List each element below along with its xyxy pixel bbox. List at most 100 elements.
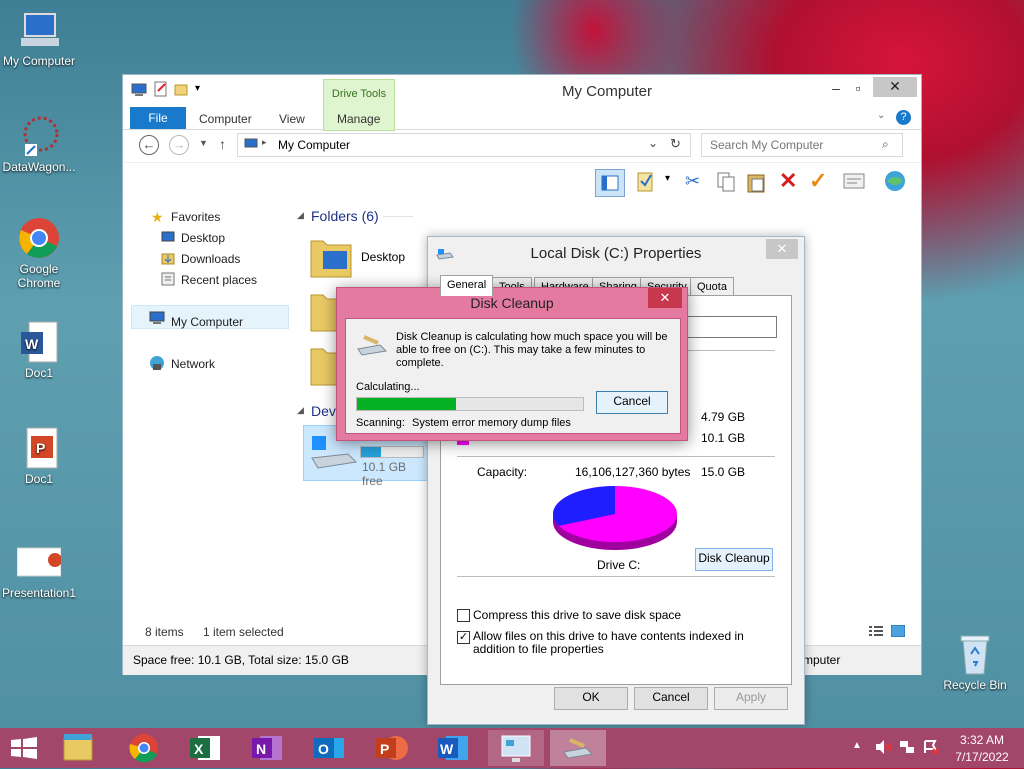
delete-icon[interactable]: ✕ — [779, 168, 797, 194]
cut-icon[interactable]: ✂ — [685, 171, 700, 192]
drive-label: Drive C: — [597, 558, 641, 572]
nav-network[interactable]: Network — [171, 357, 215, 371]
nav-downloads[interactable]: Downloads — [181, 252, 240, 266]
taskbar-word-icon[interactable]: W — [426, 730, 482, 766]
folders-group-header[interactable]: Folders (6) — [311, 208, 379, 224]
show-hidden-icons-chevron[interactable]: ▲ — [852, 740, 862, 751]
address-bar[interactable]: ▸ My Computer ⌄ ↻ — [237, 133, 691, 157]
tab-general[interactable]: General — [440, 275, 494, 296]
cleanup-close-button[interactable]: ✕ — [648, 288, 682, 308]
up-arrow-icon[interactable]: ↑ — [219, 136, 226, 152]
details-view-icon[interactable] — [869, 625, 883, 640]
collapse-devices-icon[interactable]: ◢ — [297, 405, 304, 416]
cleanup-cancel-button[interactable]: Cancel — [596, 391, 668, 414]
capacity-label: Capacity: — [477, 465, 528, 479]
disk-cleanup-dialog: Disk Cleanup ✕ Disk Cleanup is calculati… — [336, 287, 688, 441]
tab-view[interactable]: View — [279, 109, 305, 129]
folder-desktop-label[interactable]: Desktop — [361, 250, 405, 264]
computer-icon — [149, 311, 165, 328]
explorer-titlebar: ▾ My Computer ‒ ▫ ✕ — [123, 75, 921, 107]
tab-file[interactable]: File — [130, 107, 186, 129]
desktop-icon-presentation1[interactable]: Presentation1 — [0, 540, 78, 600]
scanning-label: Scanning: — [356, 417, 405, 429]
ok-button[interactable]: OK — [554, 687, 628, 710]
forward-arrow-icon[interactable]: → — [169, 135, 189, 155]
clock-time[interactable]: 3:32 AM — [952, 733, 1012, 747]
taskbar-onenote-icon[interactable]: N — [240, 730, 296, 766]
taskbar-powerpoint-icon[interactable]: P — [364, 730, 420, 766]
desktop-icon-label: DataWagon... — [2, 160, 76, 174]
nav-favorites[interactable]: Favorites — [171, 210, 220, 224]
paste-icon[interactable] — [745, 171, 767, 196]
search-box[interactable]: Search My Computer ⌕ — [701, 133, 903, 157]
nav-desktop[interactable]: Desktop — [181, 231, 225, 245]
apply-button[interactable]: Apply — [714, 687, 788, 710]
desktop-icon-label: Google Chrome — [17, 262, 61, 290]
star-icon: ★ — [151, 209, 164, 225]
cancel-button[interactable]: Cancel — [634, 687, 708, 710]
free-space-gb: 10.1 GB — [701, 431, 746, 445]
taskbar-control-panel-icon[interactable] — [488, 730, 544, 766]
taskbar-chrome-icon[interactable] — [116, 730, 172, 766]
volume-muted-icon[interactable] — [874, 739, 892, 758]
datawagon-icon — [17, 114, 61, 158]
desktop-icon-my-computer[interactable]: My Computer — [0, 8, 78, 68]
globe-icon[interactable] — [883, 169, 907, 196]
taskbar-outlook-icon[interactable]: O — [302, 730, 358, 766]
taskbar-file-explorer-icon[interactable] — [50, 730, 106, 766]
close-button[interactable]: ✕ — [873, 77, 917, 97]
dialog-close-button[interactable]: ✕ — [766, 239, 798, 259]
taskbar-excel-icon[interactable]: X — [178, 730, 234, 766]
recent-locations-chevron-icon[interactable]: ▼ — [199, 138, 208, 148]
back-arrow-icon[interactable]: ← — [139, 135, 159, 155]
search-icon[interactable]: ⌕ — [882, 137, 889, 152]
tab-computer[interactable]: Computer — [199, 109, 252, 129]
preview-pane-icon[interactable] — [595, 169, 625, 197]
drive-usage-fill — [361, 447, 382, 457]
rename-check-icon[interactable]: ✓ — [809, 168, 827, 194]
action-center-icon[interactable] — [922, 739, 940, 758]
refresh-icon[interactable]: ↻ — [670, 136, 681, 152]
network-status-icon[interactable] — [898, 739, 916, 758]
ribbon-collapse-icon[interactable]: ⌄ — [877, 110, 885, 121]
devices-group-header[interactable]: Dev — [311, 403, 336, 419]
desktop-small-icon — [161, 231, 175, 246]
network-icon — [149, 355, 165, 374]
index-checkbox[interactable]: ✓ — [457, 631, 470, 644]
help-icon[interactable]: ? — [896, 110, 911, 125]
taskbar: X N O P W ▲ 3:32 AM 7/17/2022 — [0, 728, 1024, 768]
collapse-folders-icon[interactable]: ◢ — [297, 210, 304, 221]
maximize-button[interactable]: ▫ — [845, 79, 871, 99]
clock-date[interactable]: 7/17/2022 — [952, 750, 1012, 764]
status-right-text: mputer — [803, 653, 841, 667]
taskbar-disk-cleanup-icon[interactable] — [550, 730, 606, 766]
search-input[interactable]: Search My Computer — [710, 138, 823, 152]
status-selected: 1 item selected — [203, 625, 284, 639]
large-icons-view-icon[interactable] — [890, 624, 906, 640]
desktop-icon-datawagon[interactable]: DataWagon... — [0, 114, 78, 174]
tab-manage[interactable]: Manage — [337, 109, 380, 129]
address-dropdown-icon[interactable]: ⌄ — [648, 136, 658, 150]
cleanup-progress-bar — [356, 397, 584, 411]
word-document-icon: W — [17, 320, 61, 364]
properties-icon[interactable] — [635, 171, 657, 196]
desktop-icon-label: Presentation1 — [1, 586, 77, 600]
tab-quota[interactable]: Quota — [690, 277, 734, 296]
properties-dropdown-icon[interactable]: ▾ — [665, 173, 670, 184]
nav-recent-places[interactable]: Recent places — [181, 273, 257, 287]
drive-usage-bar — [360, 446, 424, 458]
disk-cleanup-button[interactable]: Disk Cleanup — [695, 548, 773, 571]
computer-icon — [17, 8, 61, 52]
svg-text:N: N — [256, 741, 266, 757]
breadcrumb-chevron-icon: ▸ — [262, 137, 267, 147]
desktop-icon-label: Doc1 — [24, 366, 53, 380]
windows-start-icon[interactable] — [10, 736, 38, 763]
copy-icon[interactable] — [715, 171, 737, 196]
desktop-icon-doc1-word[interactable]: W Doc1 — [0, 320, 78, 380]
desktop-icon-recycle-bin[interactable]: Recycle Bin — [936, 632, 1014, 692]
compress-checkbox[interactable] — [457, 609, 470, 622]
desktop-icon-doc1-pdf[interactable]: P Doc1 — [0, 426, 78, 486]
desktop-icon-chrome[interactable]: Google Chrome — [0, 216, 78, 290]
email-icon[interactable] — [843, 173, 865, 192]
nav-my-computer[interactable]: My Computer — [171, 315, 243, 329]
